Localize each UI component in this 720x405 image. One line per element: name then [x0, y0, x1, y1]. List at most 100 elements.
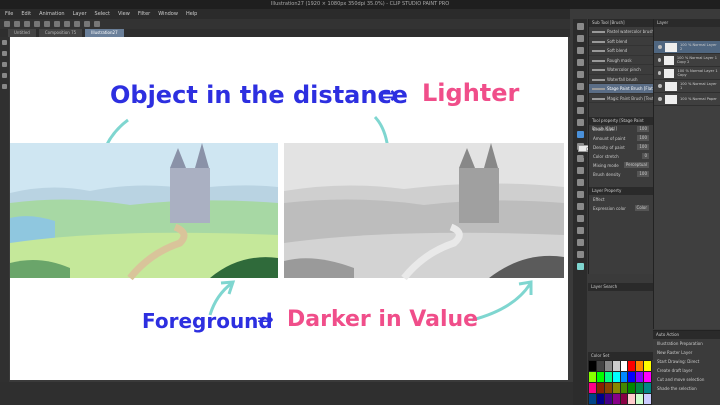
auto-select-icon[interactable] [576, 71, 584, 78]
menu-window[interactable]: Window [158, 9, 178, 19]
layer-item[interactable]: 100 % Normal Layer 1 Copy [654, 67, 720, 80]
eye-icon[interactable] [658, 45, 662, 49]
brush-item[interactable]: Watercolor pinch [589, 65, 653, 75]
brush-item[interactable]: Soft blend [589, 46, 653, 56]
color-swatch[interactable] [628, 383, 636, 393]
prop-brush-size[interactable]: Brush Size 100 [589, 125, 653, 134]
brush-tool-icon[interactable] [576, 119, 584, 126]
pen-tool-icon[interactable] [576, 95, 584, 102]
ruler-icon[interactable] [576, 251, 584, 258]
color-swatch[interactable] [612, 383, 620, 393]
pen-icon[interactable] [2, 84, 7, 89]
eye-icon[interactable] [658, 84, 662, 88]
color-swatch[interactable] [620, 372, 628, 382]
color-swatch[interactable] [644, 372, 651, 382]
color-swatch[interactable] [589, 372, 596, 382]
menu-animation[interactable]: Animation [39, 9, 65, 19]
color-swatch[interactable] [596, 361, 604, 371]
move-icon[interactable] [2, 51, 7, 56]
color-swatch[interactable] [620, 383, 628, 393]
color-swatch[interactable] [620, 361, 628, 371]
fill-tool-icon[interactable] [576, 191, 584, 198]
tab-untitled[interactable]: Untitled [8, 29, 36, 37]
menu-filter[interactable]: Filter [138, 9, 150, 19]
prop-value[interactable]: 100 [637, 126, 649, 132]
balloon-icon[interactable] [576, 239, 584, 246]
new-icon[interactable] [34, 21, 40, 27]
auto-action-item[interactable]: Shade the selection [653, 384, 720, 393]
color-swatch[interactable] [596, 372, 604, 382]
prop-value[interactable]: 100 [637, 171, 649, 177]
color-swatch[interactable] [604, 383, 612, 393]
prop-amount[interactable]: Amount of paint 100 [589, 134, 653, 143]
brush-active-icon[interactable] [576, 131, 584, 138]
color-swatch[interactable] [604, 394, 612, 404]
color-swatch[interactable] [636, 394, 644, 404]
color-swatch[interactable] [604, 372, 612, 382]
color-swatch[interactable] [636, 361, 644, 371]
main-color-swatch[interactable] [576, 263, 584, 270]
auto-action-set[interactable]: Illustration Preparation [653, 339, 720, 348]
menu-file[interactable]: File [5, 9, 13, 19]
color-swatch[interactable] [620, 394, 628, 404]
eraser-icon[interactable] [576, 167, 584, 174]
layer-item[interactable]: 100 % Normal Paper [654, 93, 720, 106]
layer-item[interactable]: 100 % Normal Layer 1 [654, 80, 720, 93]
prop-brush-density[interactable]: Brush density 100 [589, 170, 653, 179]
gradient-icon[interactable] [576, 203, 584, 210]
deselect-icon[interactable] [84, 21, 90, 27]
brush-item[interactable]: Magic Paint Brush [Texture] [589, 94, 653, 103]
color-swatch[interactable] [589, 383, 596, 393]
brush-item[interactable]: Waterfall brush [589, 75, 653, 84]
auto-action-item[interactable]: New Raster Layer [653, 348, 720, 357]
tab-composition[interactable]: Composition 75 [38, 29, 83, 37]
tab-illustration[interactable]: Illustration27 [85, 29, 124, 37]
expression-value[interactable]: Color [634, 205, 649, 211]
eyedropper-tool-icon[interactable] [576, 83, 584, 90]
text-icon[interactable] [576, 227, 584, 234]
save-icon[interactable] [24, 21, 30, 27]
color-swatch[interactable] [644, 383, 651, 393]
color-swatch[interactable] [596, 383, 604, 393]
prop-mixing-mode[interactable]: Mixing mode Perceptual [589, 161, 653, 170]
eye-icon[interactable] [658, 58, 662, 62]
expression-row[interactable]: Expression color Color [589, 204, 653, 213]
color-swatch[interactable] [628, 394, 636, 404]
layer-item-selected[interactable]: 100 % Normal Layer 2 [654, 41, 720, 54]
magnifier-icon[interactable] [576, 23, 584, 30]
zoom-icon[interactable] [2, 40, 7, 45]
color-swatch[interactable] [612, 372, 620, 382]
blend-icon[interactable] [576, 179, 584, 186]
menu-select[interactable]: Select [95, 9, 110, 19]
prop-value[interactable]: 100 [637, 144, 649, 150]
layer-item[interactable]: 100 % Normal Layer 1 Copy 2 [654, 54, 720, 67]
prop-value[interactable]: Perceptual [623, 162, 649, 168]
brush-item[interactable]: Rough mask [589, 56, 653, 65]
transform-icon[interactable] [74, 21, 80, 27]
lasso-icon[interactable] [576, 59, 584, 66]
snap-icon[interactable] [94, 21, 100, 27]
menu-edit[interactable]: Edit [21, 9, 31, 19]
color-swatch[interactable] [596, 394, 604, 404]
auto-action-item[interactable]: Create draft layer [653, 366, 720, 375]
hand-icon[interactable] [576, 35, 584, 42]
pencil-tool-icon[interactable] [576, 107, 584, 114]
prop-value[interactable]: 0 [642, 153, 649, 159]
color-swatch[interactable] [612, 394, 620, 404]
color-swatch[interactable] [636, 372, 644, 382]
menu-view[interactable]: View [118, 9, 130, 19]
brush-item[interactable]: Pastel watercolor brush [589, 27, 653, 37]
prop-color-stretch[interactable]: Color stretch 0 [589, 152, 653, 161]
eye-icon[interactable] [658, 97, 662, 101]
prop-value[interactable]: 100 [637, 135, 649, 141]
open-icon[interactable] [44, 21, 50, 27]
clear-icon[interactable] [54, 21, 60, 27]
operation-icon[interactable] [576, 47, 584, 54]
color-swatch[interactable] [636, 383, 644, 393]
brush-item-selected[interactable]: Stage Paint Brush [Flat] [589, 84, 653, 94]
color-swatch[interactable] [612, 361, 620, 371]
eye-icon[interactable] [658, 71, 662, 75]
color-swatch[interactable] [589, 394, 596, 404]
color-swatch[interactable] [589, 361, 596, 371]
redo-icon[interactable] [14, 21, 20, 27]
